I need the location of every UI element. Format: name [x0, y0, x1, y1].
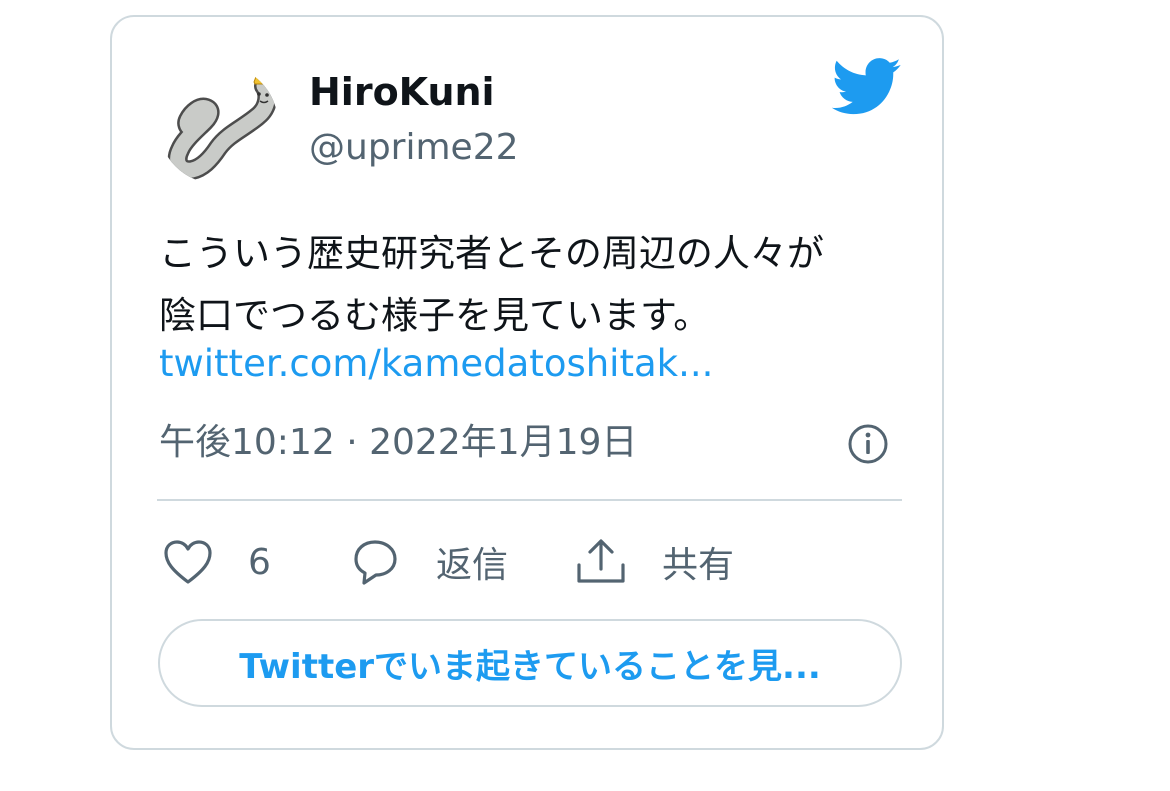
heart-icon: [164, 540, 212, 584]
reply-label: 返信: [436, 545, 509, 586]
eel-character-avatar-icon: [167, 70, 278, 181]
author-handle[interactable]: @uprime22: [309, 125, 519, 171]
share-label: 共有: [662, 545, 735, 586]
tweet-timestamp[interactable]: 午後10:12 · 2022年1月19日: [159, 417, 637, 469]
like-count: 6: [248, 541, 271, 583]
tweet-text: こういう歴史研究者とその周辺の人々が 陰口でつるむ様子を見ています。: [159, 223, 899, 347]
divider: [157, 499, 902, 501]
twitter-bird-icon[interactable]: [832, 57, 902, 117]
tweet-text-line: 陰口でつるむ様子を見ています。: [159, 294, 711, 337]
speech-bubble-icon: [354, 540, 397, 585]
author-display-name[interactable]: HiroKuni: [309, 69, 495, 115]
share-button[interactable]: 共有: [574, 532, 734, 592]
tweet-embed-card: HiroKuni @uprime22 こういう歴史研究者とその周辺の人々が 陰口…: [110, 15, 944, 750]
share-upload-icon: [577, 539, 625, 583]
like-button[interactable]: 6: [162, 532, 271, 592]
tweet-text-line: こういう歴史研究者とその周辺の人々が: [159, 232, 824, 275]
author-avatar[interactable]: [158, 64, 278, 184]
see-whats-happening-button[interactable]: Twitterでいま起きていることを見...: [158, 619, 902, 707]
reply-button[interactable]: 返信: [348, 532, 508, 592]
info-icon[interactable]: [845, 421, 891, 467]
tweet-link[interactable]: twitter.com/kamedatoshitak...: [159, 339, 713, 389]
